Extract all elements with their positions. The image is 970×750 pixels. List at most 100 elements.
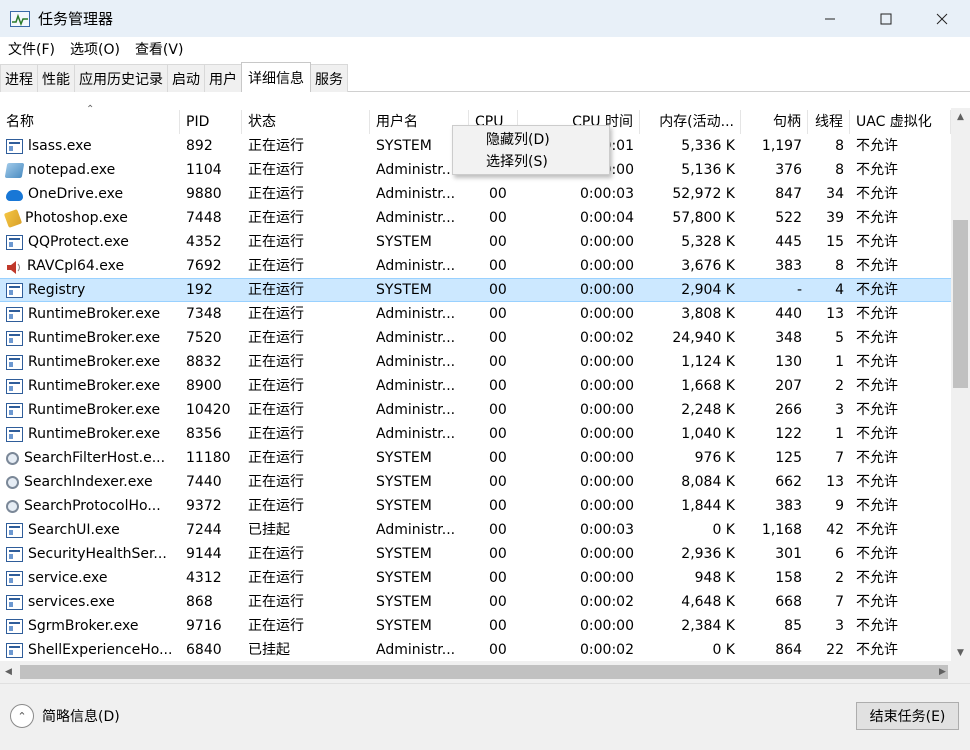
cell-status: 正在运行: [248, 498, 304, 514]
cell-uac: 不允许: [856, 450, 898, 466]
table-row[interactable]: ShellExperienceHo... 6840 已挂起 Administr... 0…: [0, 638, 951, 662]
vertical-scrollbar[interactable]: ▲ ▼: [951, 108, 970, 661]
cell-threads: 13: [826, 306, 844, 322]
tab-users[interactable]: 用户: [204, 64, 242, 92]
table-row[interactable]: RuntimeBroker.exe 8900 正在运行 Administr... 00 0…: [0, 374, 951, 398]
search-service-icon: [6, 475, 19, 489]
cell-threads: 1: [835, 354, 844, 370]
vertical-scroll-thumb[interactable]: [953, 220, 968, 388]
cell-cputime: 0:00:00: [580, 426, 634, 442]
minimize-button[interactable]: [802, 0, 858, 37]
tab-performance[interactable]: 性能: [37, 64, 75, 92]
cell-user: Administr...: [376, 378, 456, 394]
cell-threads: 13: [826, 474, 844, 490]
cell-cpu: 00: [489, 642, 507, 658]
cell-threads: 3: [835, 618, 844, 634]
table-row[interactable]: RAVCpl64.exe 7692 正在运行 Administr... 00 0:00:0…: [0, 254, 951, 278]
table-row[interactable]: RuntimeBroker.exe 7348 正在运行 Administr... 00 0…: [0, 302, 951, 326]
tab-processes[interactable]: 进程: [0, 64, 38, 92]
cell-threads: 1: [835, 426, 844, 442]
cell-pid: 192: [186, 282, 213, 298]
table-row[interactable]: SearchIndexer.exe 7440 正在运行 SYSTEM 00 0:00:00…: [0, 470, 951, 494]
table-row[interactable]: service.exe 4312 正在运行 SYSTEM 00 0:00:00 948 K 1…: [0, 566, 951, 590]
cell-status: 正在运行: [248, 282, 304, 298]
cell-threads: 5: [835, 330, 844, 346]
process-name: OneDrive.exe: [28, 186, 124, 202]
process-name: RuntimeBroker.exe: [28, 426, 161, 442]
process-name-cell: OneDrive.exe: [0, 182, 180, 206]
cell-uac: 不允许: [856, 354, 898, 370]
cell-status: 正在运行: [248, 474, 304, 490]
fewer-details-toggle[interactable]: ⌃ 简略信息(D): [10, 704, 120, 728]
menu-item-hide-column[interactable]: 隐藏列(D): [453, 129, 609, 151]
table-row[interactable]: RuntimeBroker.exe 7520 正在运行 Administr... 00 0…: [0, 326, 951, 350]
cell-mem: 1,668 K: [681, 378, 735, 394]
tab-startup[interactable]: 启动: [167, 64, 205, 92]
scroll-left-icon[interactable]: ◀: [0, 661, 17, 683]
cell-handles: 85: [784, 618, 802, 634]
tab-details[interactable]: 详细信息: [241, 62, 311, 92]
cell-cputime: 0:00:02: [580, 594, 634, 610]
cell-status: 正在运行: [248, 162, 304, 178]
tab-app-history[interactable]: 应用历史记录: [74, 64, 168, 92]
menu-item-select-columns[interactable]: 选择列(S): [453, 151, 609, 173]
cell-mem: 8,084 K: [681, 474, 735, 490]
cell-uac: 不允许: [856, 258, 898, 274]
process-name: SearchIndexer.exe: [24, 474, 153, 490]
cell-uac: 不允许: [856, 522, 898, 538]
cell-pid: 7520: [186, 330, 222, 346]
table-row[interactable]: RuntimeBroker.exe 8832 正在运行 Administr... 00 0…: [0, 350, 951, 374]
menu-options[interactable]: 选项(O): [62, 39, 127, 59]
table-row[interactable]: SearchUI.exe 7244 已挂起 Administr... 00 0:00:03…: [0, 518, 951, 542]
cell-mem: 0 K: [712, 642, 735, 658]
cell-cpu: 00: [489, 258, 507, 274]
end-task-button[interactable]: 结束任务(E): [856, 702, 959, 730]
scroll-up-icon[interactable]: ▲: [951, 108, 970, 125]
close-icon: [936, 13, 948, 24]
cell-mem: 57,800 K: [672, 210, 735, 226]
scroll-right-icon[interactable]: ▶: [934, 661, 951, 683]
table-row[interactable]: SearchProtocolHo... 9372 正在运行 SYSTEM 00 0:00:…: [0, 494, 951, 518]
cell-status: 正在运行: [248, 354, 304, 370]
table-row[interactable]: Registry 192 正在运行 SYSTEM 00 0:00:00 2,904 K - 4不…: [0, 278, 951, 302]
chevron-up-icon[interactable]: ⌃: [10, 704, 34, 728]
cell-pid: 7440: [186, 474, 222, 490]
cell-user: Administr...: [376, 330, 456, 346]
cell-pid: 7692: [186, 258, 222, 274]
horizontal-scroll-thumb[interactable]: [20, 665, 948, 679]
cell-uac: 不允许: [856, 498, 898, 514]
cell-cputime: 0:00:00: [580, 570, 634, 586]
maximize-button[interactable]: [858, 0, 914, 37]
cell-status: 正在运行: [248, 258, 304, 274]
menu-file[interactable]: 文件(F): [0, 39, 62, 59]
title-bar[interactable]: 任务管理器: [0, 0, 970, 37]
close-button[interactable]: [914, 0, 970, 37]
cell-status: 正在运行: [248, 570, 304, 586]
cell-pid: 7244: [186, 522, 222, 538]
table-row[interactable]: RuntimeBroker.exe 8356 正在运行 Administr... 00 0…: [0, 422, 951, 446]
table-row[interactable]: RuntimeBroker.exe 10420 正在运行 Administr... 00…: [0, 398, 951, 422]
tab-services[interactable]: 服务: [310, 64, 348, 92]
cell-threads: 9: [835, 498, 844, 514]
table-row[interactable]: SearchFilterHost.e... 11180 正在运行 SYSTEM 00 0:…: [0, 446, 951, 470]
table-row[interactable]: QQProtect.exe 4352 正在运行 SYSTEM 00 0:00:00 5,32…: [0, 230, 951, 254]
table-row[interactable]: SecurityHealthSer... 9144 正在运行 SYSTEM 00 0:00…: [0, 542, 951, 566]
menu-view[interactable]: 查看(V): [127, 39, 191, 59]
window-app-icon: [6, 402, 23, 418]
table-row[interactable]: SgrmBroker.exe 9716 正在运行 SYSTEM 00 0:00:00 2,3…: [0, 614, 951, 638]
cell-cpu: 00: [489, 354, 507, 370]
cell-mem: 4,648 K: [681, 594, 735, 610]
cell-user: Administr...: [376, 210, 456, 226]
table-row[interactable]: OneDrive.exe 9880 正在运行 Administr... 00 0:00:0…: [0, 182, 951, 206]
horizontal-scrollbar[interactable]: ◀ ▶: [0, 661, 970, 683]
cell-threads: 34: [826, 186, 844, 202]
cell-user: Administr...: [376, 354, 456, 370]
cell-cputime: 0:00:00: [580, 234, 634, 250]
cell-cputime: 0:00:00: [580, 354, 634, 370]
scroll-down-icon[interactable]: ▼: [951, 644, 970, 661]
table-row[interactable]: services.exe 868 正在运行 SYSTEM 00 0:00:02 4,648 …: [0, 590, 951, 614]
cell-status: 正在运行: [248, 450, 304, 466]
fewer-details-label[interactable]: 简略信息(D): [42, 706, 120, 726]
table-row[interactable]: Photoshop.exe 7448 正在运行 Administr... 00 0:00:…: [0, 206, 951, 230]
cell-uac: 不允许: [856, 474, 898, 490]
